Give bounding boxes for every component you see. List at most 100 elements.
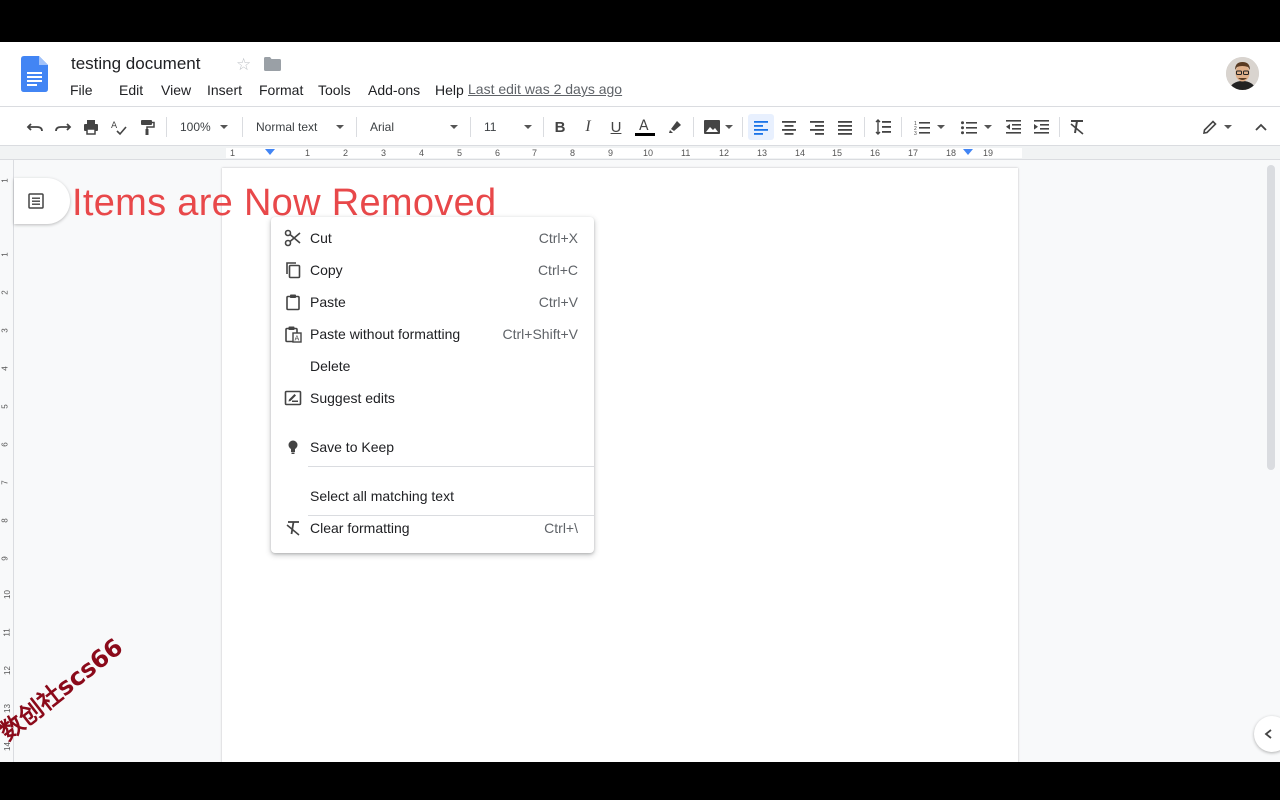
menu-shortcut: Ctrl+C (537, 262, 578, 278)
bulleted-list-icon[interactable] (955, 107, 997, 147)
menu-item-save-to-keep[interactable]: Save to Keep (271, 431, 594, 463)
spellcheck-icon[interactable]: A (108, 107, 130, 147)
horizontal-ruler[interactable]: 1 1 2 3 4 5 6 7 8 9 10 11 12 13 14 15 16… (0, 146, 1280, 160)
align-left-icon[interactable] (748, 114, 774, 140)
menu-shortcut: Ctrl+V (538, 294, 578, 310)
menu-item-copy[interactable]: Copy Ctrl+C (271, 254, 594, 286)
ruler-number: 13 (757, 148, 768, 158)
text-color-icon[interactable]: A (633, 107, 657, 147)
menu-item-paste-without-formatting[interactable]: A Paste without formatting Ctrl+Shift+V (271, 318, 594, 350)
decrease-indent-icon[interactable] (1002, 107, 1024, 147)
paste-plain-icon: A (284, 325, 302, 343)
vruler-number: 6 (0, 442, 10, 447)
ruler-number: 19 (983, 148, 994, 158)
menu-item-clear-formatting[interactable]: Clear formatting Ctrl+\ (271, 512, 594, 544)
vruler-number: 4 (0, 366, 10, 371)
paint-format-icon[interactable] (136, 107, 158, 147)
last-edit-link[interactable]: Last edit was 2 days ago (468, 81, 622, 97)
suggest-edits-icon (284, 389, 302, 407)
vertical-ruler[interactable]: 1 1 2 3 4 5 6 7 8 9 10 11 12 13 14 (0, 160, 14, 762)
ruler-number: 15 (832, 148, 843, 158)
align-right-icon[interactable] (806, 107, 828, 147)
menu-label: Save to Keep (310, 439, 395, 455)
font-size-select[interactable]: 11 (478, 107, 538, 147)
align-center-icon[interactable] (778, 107, 800, 147)
bold-icon[interactable]: B (549, 107, 571, 147)
style-select[interactable]: Normal text (250, 107, 350, 147)
toolbar: A 100% Normal text Arial 11 B I U A 1 2 … (0, 106, 1280, 146)
menu-item-paste[interactable]: Paste Ctrl+V (271, 286, 594, 318)
vertical-scrollbar[interactable] (1262, 160, 1280, 762)
menu-item-delete[interactable]: Delete (271, 350, 594, 382)
vruler-number: 11 (2, 628, 12, 637)
header: testing document ☆ File Edit View Insert… (0, 42, 1280, 106)
menu-shortcut: Ctrl+\ (544, 520, 578, 536)
font-value: Arial (370, 120, 395, 134)
context-menu: Cut Ctrl+X Copy Ctrl+C Paste Ctrl+V A Pa… (271, 217, 594, 553)
increase-indent-icon[interactable] (1030, 107, 1052, 147)
clear-format-icon (284, 519, 302, 537)
docs-logo-icon[interactable] (21, 56, 48, 92)
editing-mode-icon[interactable] (1198, 107, 1236, 147)
menu-edit[interactable]: Edit (119, 81, 161, 101)
menu-divider (308, 466, 594, 467)
highlight-icon[interactable] (664, 107, 686, 147)
star-icon[interactable]: ☆ (236, 55, 251, 75)
undo-icon[interactable] (24, 107, 46, 147)
copy-icon (284, 261, 302, 279)
svg-text:A: A (639, 118, 649, 134)
left-indent-marker[interactable] (265, 149, 275, 155)
menu-label: Paste (310, 294, 346, 310)
vruler-number: 10 (2, 590, 12, 599)
clear-format-icon[interactable] (1066, 107, 1088, 147)
menu-label: Cut (310, 230, 332, 246)
chevron-down-icon (937, 125, 945, 129)
redo-icon[interactable] (52, 107, 74, 147)
ruler-number: 5 (457, 148, 463, 158)
document-title[interactable]: testing document (71, 54, 200, 74)
menu-view[interactable]: View (161, 81, 207, 101)
chevron-down-icon (984, 125, 992, 129)
vruler-number: 1 (0, 252, 10, 257)
scrollbar-thumb[interactable] (1267, 165, 1275, 470)
menu-item-suggest-edits[interactable]: Suggest edits (271, 382, 594, 414)
menu-tools[interactable]: Tools (318, 81, 368, 101)
menu-addons[interactable]: Add-ons (368, 81, 435, 101)
chevron-down-icon (220, 125, 228, 129)
font-select[interactable]: Arial (364, 107, 464, 147)
avatar[interactable] (1226, 57, 1259, 90)
underline-icon[interactable]: U (605, 107, 627, 147)
numbered-list-icon[interactable]: 123 (908, 107, 950, 147)
vruler-number: 8 (0, 518, 10, 523)
ruler-number: 18 (946, 148, 957, 158)
line-spacing-icon[interactable] (872, 107, 894, 147)
insert-image-icon[interactable] (700, 107, 736, 147)
ruler-number: 17 (908, 148, 919, 158)
ruler-number: 14 (795, 148, 806, 158)
zoom-select[interactable]: 100% (174, 107, 234, 147)
outline-button[interactable] (14, 178, 70, 224)
chevron-down-icon (1224, 125, 1232, 129)
menu-label: Delete (310, 358, 351, 374)
right-indent-marker[interactable] (963, 149, 973, 155)
menu-item-cut[interactable]: Cut Ctrl+X (271, 222, 594, 254)
align-justify-icon[interactable] (834, 107, 856, 147)
menu-item-select-all-matching[interactable]: Select all matching text (271, 480, 594, 512)
side-panel-toggle[interactable] (1254, 716, 1280, 752)
vruler-number: 1 (0, 178, 10, 183)
outline-list-icon (28, 193, 44, 209)
print-icon[interactable] (80, 107, 102, 147)
chevron-up-icon[interactable] (1250, 107, 1272, 147)
vruler-number: 9 (0, 556, 10, 561)
vruler-number: 3 (0, 328, 10, 333)
menu-file[interactable]: File (70, 81, 119, 101)
ruler-number: 1 (230, 148, 236, 158)
menu-insert[interactable]: Insert (207, 81, 259, 101)
italic-icon[interactable]: I (577, 107, 599, 147)
scissors-icon (284, 229, 302, 247)
chevron-down-icon (336, 125, 344, 129)
folder-icon[interactable] (264, 57, 281, 71)
menu-label: Select all matching text (310, 488, 454, 504)
menu-label: Paste without formatting (310, 326, 461, 342)
menu-format[interactable]: Format (259, 81, 318, 101)
